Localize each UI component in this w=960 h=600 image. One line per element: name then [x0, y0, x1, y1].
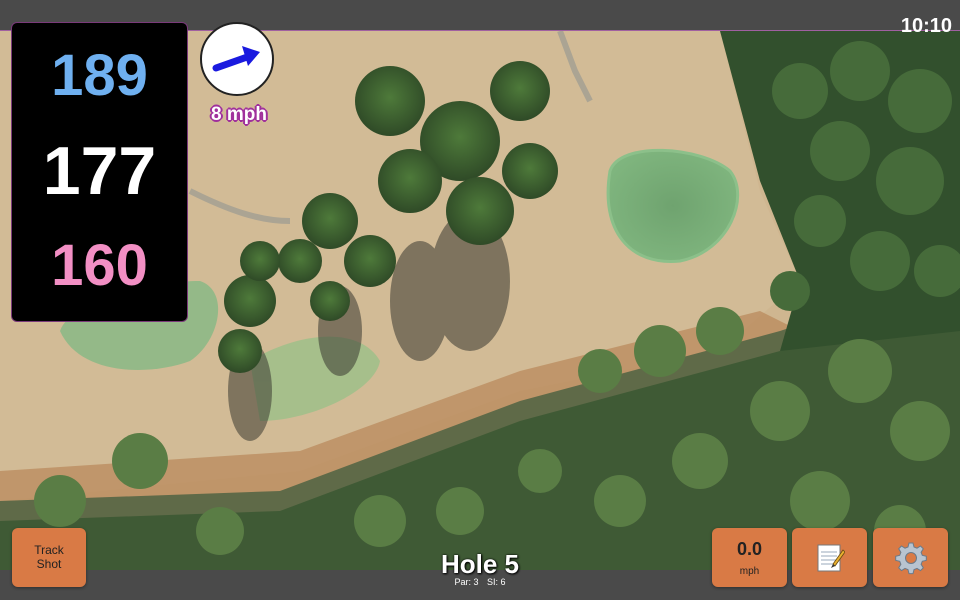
settings-button[interactable]	[873, 528, 948, 587]
track-shot-label-line1: Track	[34, 542, 64, 557]
speed-value: 0.0	[736, 539, 763, 560]
notepad-icon	[817, 544, 845, 571]
status-time: 10:10	[900, 15, 952, 37]
track-shot-label-line2: Shot	[36, 556, 62, 571]
hole-details: Par: 3 SI: 6	[380, 577, 580, 587]
wind-speed-label: 8 mph	[211, 104, 267, 125]
distance-panel: 189 177 160	[11, 22, 188, 322]
distance-back: 189	[51, 43, 148, 108]
notes-button[interactable]	[792, 528, 867, 587]
speed-button[interactable]: 0.0 mph	[712, 528, 787, 587]
distance-front: 160	[51, 233, 148, 298]
hole-stroke-index: SI: 6	[487, 577, 506, 587]
track-shot-button[interactable]: Track Shot	[12, 528, 86, 587]
distance-center: 177	[42, 133, 157, 209]
gear-icon	[894, 542, 927, 574]
wind-direction-arrow-icon	[212, 46, 260, 72]
speed-unit: mph	[739, 565, 760, 577]
wind-indicator	[200, 22, 274, 96]
hole-title: Hole 5	[440, 549, 520, 579]
hole-par: Par: 3	[454, 577, 479, 587]
